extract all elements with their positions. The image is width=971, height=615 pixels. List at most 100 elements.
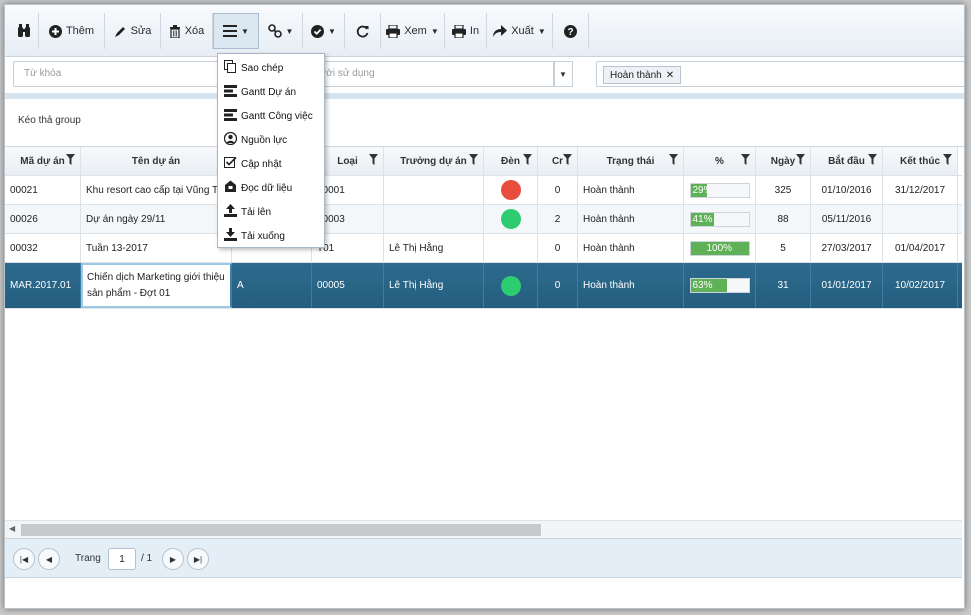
column-header[interactable]: Trạng thái: [578, 147, 684, 175]
table-cell[interactable]: 01/01/2017: [811, 263, 883, 308]
table-cell[interactable]: 0: [538, 263, 578, 308]
help-button[interactable]: ?: [553, 13, 589, 49]
filter-icon[interactable]: [563, 154, 572, 168]
menu-item-upload[interactable]: Tải lên: [218, 201, 324, 223]
table-cell[interactable]: 100%: [684, 234, 756, 262]
table-cell[interactable]: [484, 205, 538, 233]
close-icon[interactable]: ✕: [666, 70, 674, 81]
find-button[interactable]: [9, 13, 39, 49]
table-row[interactable]: 00021 Khu resort cao cấp tại Vũng Tàu 0000…: [5, 176, 962, 205]
table-cell[interactable]: Chiến dịch Marketing giới thiệu sản phẩm…: [81, 263, 232, 308]
refresh-button[interactable]: [345, 13, 381, 49]
add-button[interactable]: Thêm: [39, 13, 105, 49]
table-cell[interactable]: 2: [538, 205, 578, 233]
page-input[interactable]: 1: [108, 548, 136, 570]
table-cell[interactable]: 29%: [684, 176, 756, 204]
table-cell[interactable]: [484, 263, 538, 308]
filter-icon[interactable]: [943, 154, 952, 168]
filter-icon[interactable]: [369, 154, 378, 168]
table-cell[interactable]: Khu resort cao cấp tại Vũng Tàu: [81, 176, 232, 204]
table-row[interactable]: MAR.2017.01 Chiến dịch Marketing giới thi…: [5, 263, 962, 309]
filter-icon[interactable]: [66, 154, 75, 168]
column-header[interactable]: Mã dự án: [5, 147, 81, 175]
table-cell[interactable]: A: [232, 263, 312, 308]
table-cell[interactable]: [883, 205, 958, 233]
menu-item-download[interactable]: Tải xuống: [218, 225, 324, 247]
filter-icon[interactable]: [469, 154, 478, 168]
user-filter-dropdown[interactable]: ▼: [553, 61, 573, 87]
group-drop-area[interactable]: Kéo thả group: [5, 99, 964, 147]
table-cell[interactable]: Hoàn thành: [578, 263, 684, 308]
next-page-button[interactable]: ▶: [162, 548, 184, 570]
table-cell[interactable]: 0: [538, 176, 578, 204]
table-row[interactable]: 00026 Dự án ngày 29/11 00003 2 Hoàn thành 41%…: [5, 205, 962, 234]
cell-text: Lê Thị Hằng: [389, 280, 444, 291]
table-cell[interactable]: Tuần 13-2017: [81, 234, 232, 262]
table-cell[interactable]: [384, 205, 484, 233]
menu-item-gantt-task[interactable]: Gantt Công việc: [218, 105, 324, 127]
table-cell[interactable]: 41%: [684, 205, 756, 233]
column-header[interactable]: Kết thúc: [883, 147, 958, 175]
table-cell[interactable]: 88: [756, 205, 811, 233]
table-cell[interactable]: Lê Thị Hằng: [384, 234, 484, 262]
menu-dropdown-button[interactable]: ▼: [213, 13, 259, 49]
column-header[interactable]: %: [684, 147, 756, 175]
menu-item-gantt-project[interactable]: Gantt Dự án: [218, 81, 324, 103]
scroll-left-icon[interactable]: ◀: [9, 524, 15, 533]
filter-icon[interactable]: [523, 154, 532, 168]
column-header[interactable]: Ngày: [756, 147, 811, 175]
menu-item-update[interactable]: Cập nhật: [218, 153, 324, 175]
table-cell[interactable]: Hoàn thành: [578, 205, 684, 233]
table-cell[interactable]: [484, 234, 538, 262]
delete-button[interactable]: Xóa: [161, 13, 213, 49]
table-cell[interactable]: 31/12/2017: [883, 176, 958, 204]
table-cell[interactable]: 00005: [312, 263, 384, 308]
first-page-button[interactable]: |◀: [13, 548, 35, 570]
table-cell[interactable]: 00026: [5, 205, 81, 233]
column-header[interactable]: Bắt đầu: [811, 147, 883, 175]
table-cell[interactable]: 31: [756, 263, 811, 308]
filter-icon[interactable]: [868, 154, 877, 168]
table-cell[interactable]: [384, 176, 484, 204]
menu-item-resources[interactable]: Nguồn lực: [218, 129, 324, 151]
table-cell[interactable]: Dự án ngày 29/11: [81, 205, 232, 233]
link-dropdown-button[interactable]: ▼: [259, 13, 303, 49]
scrollbar-thumb[interactable]: [21, 524, 541, 536]
menu-item-read-data[interactable]: Đọc dữ liệu: [218, 177, 324, 199]
table-cell[interactable]: 05/11/2016: [811, 205, 883, 233]
export-dropdown-button[interactable]: Xuất ▼: [487, 13, 553, 49]
column-header[interactable]: Đèn: [484, 147, 538, 175]
table-cell[interactable]: Hoàn thành: [578, 176, 684, 204]
table-cell[interactable]: 0: [538, 234, 578, 262]
status-filter-input[interactable]: Hoàn thành ✕: [596, 61, 964, 87]
column-header[interactable]: Tên dự án: [81, 147, 232, 175]
column-header-label: Trạng thái: [606, 155, 655, 167]
filter-icon[interactable]: [741, 154, 750, 168]
table-cell[interactable]: MAR.2017.01: [5, 263, 81, 308]
table-cell[interactable]: 27/03/2017: [811, 234, 883, 262]
table-cell[interactable]: 10/02/2017: [883, 263, 958, 308]
table-cell[interactable]: 325: [756, 176, 811, 204]
table-cell[interactable]: 01/10/2016: [811, 176, 883, 204]
column-header[interactable]: Trưởng dự án: [384, 147, 484, 175]
column-header[interactable]: Cr: [538, 147, 578, 175]
table-cell[interactable]: Lê Thị Hằng: [384, 263, 484, 308]
table-cell[interactable]: [484, 176, 538, 204]
print-button[interactable]: In: [445, 13, 487, 49]
table-cell[interactable]: 5: [756, 234, 811, 262]
last-page-button[interactable]: ▶|: [187, 548, 209, 570]
prev-page-button[interactable]: ◀: [38, 548, 60, 570]
filter-icon[interactable]: [796, 154, 805, 168]
table-cell[interactable]: 63%: [684, 263, 756, 308]
approve-dropdown-button[interactable]: ▼: [303, 13, 345, 49]
table-cell[interactable]: 00021: [5, 176, 81, 204]
horizontal-scrollbar[interactable]: ◀: [5, 520, 962, 538]
table-cell[interactable]: 01/04/2017: [883, 234, 958, 262]
table-cell[interactable]: Hoàn thành: [578, 234, 684, 262]
table-row[interactable]: 00032 Tuần 13-2017 T01 Lê Thị Hằng 0 Hoàn thà…: [5, 234, 962, 263]
table-cell[interactable]: 00032: [5, 234, 81, 262]
edit-button[interactable]: Sửa: [105, 13, 161, 49]
view-dropdown-button[interactable]: Xem ▼: [381, 13, 445, 49]
menu-item-copy[interactable]: Sao chép: [218, 57, 324, 79]
filter-icon[interactable]: [669, 154, 678, 168]
